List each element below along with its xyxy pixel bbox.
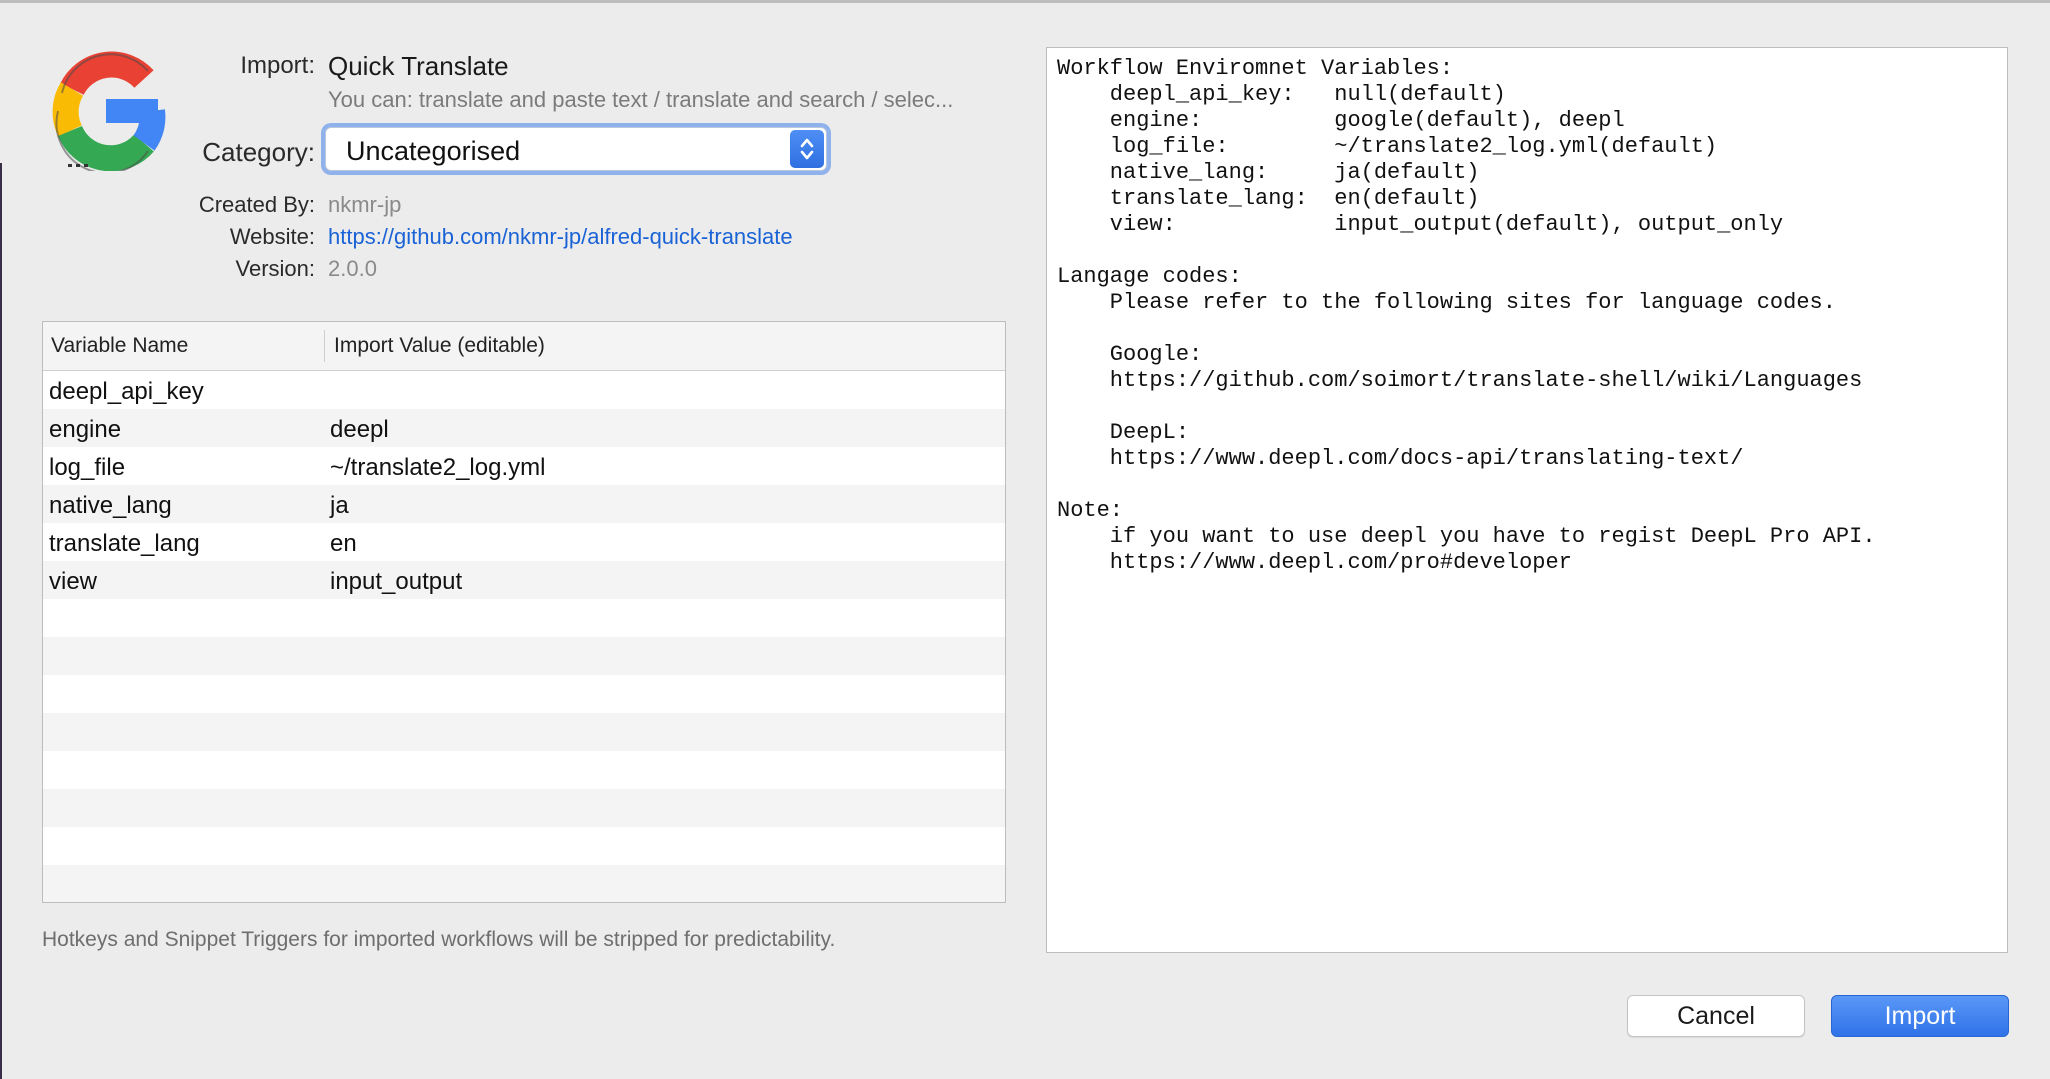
cancel-button[interactable]: Cancel	[1627, 995, 1805, 1037]
created-by-label: Created By:	[198, 192, 315, 217]
version-value: 2.0.0	[328, 256, 377, 281]
variable-name-cell: translate_lang	[49, 530, 200, 557]
readme-text-view[interactable]: Workflow Enviromnet Variables: deepl_api…	[1046, 47, 2008, 953]
import-label: Import:	[240, 52, 315, 79]
variable-name-cell: log_file	[49, 454, 126, 481]
import-value-cell[interactable]: ja	[330, 492, 349, 520]
column-divider	[324, 330, 325, 362]
table-row[interactable]: log_file ~/translate2_log.yml	[43, 447, 1005, 485]
empty-row	[43, 865, 1005, 902]
empty-row	[43, 789, 1005, 827]
website-link[interactable]: https://github.com/nkmr-jp/alfred-quick-…	[328, 224, 793, 250]
import-value-cell[interactable]: input_output	[330, 568, 462, 596]
workflow-name: Quick Translate	[328, 51, 509, 81]
import-button[interactable]: Import	[1831, 995, 2009, 1037]
import-value-cell[interactable]: en	[330, 530, 357, 558]
table-row[interactable]: translate_lang en	[43, 523, 1005, 561]
variables-table: Variable Name Import Value (editable) de…	[42, 321, 1006, 903]
empty-row	[43, 675, 1005, 713]
google-g-icon	[48, 49, 166, 175]
version-label: Version:	[235, 256, 316, 281]
footnote-text: Hotkeys and Snippet Triggers for importe…	[42, 928, 836, 951]
website-label: Website:	[229, 224, 315, 249]
column-header-import-value[interactable]: Import Value (editable)	[334, 334, 545, 358]
empty-row	[43, 599, 1005, 637]
empty-row	[43, 713, 1005, 751]
variable-name-cell: native_lang	[49, 492, 172, 519]
empty-row	[43, 751, 1005, 789]
column-header-variable-name[interactable]: Variable Name	[51, 334, 188, 358]
workflow-description: You can: translate and paste text / tran…	[328, 87, 954, 112]
empty-row	[43, 637, 1005, 675]
import-value-cell[interactable]: ~/translate2_log.yml	[330, 454, 545, 482]
table-row[interactable]: deepl_api_key	[43, 371, 1005, 409]
category-select-value: Uncategorised	[346, 136, 521, 166]
import-value-cell[interactable]: deepl	[330, 416, 389, 444]
table-rows: deepl_api_key engine deepl log_file ~/tr…	[43, 371, 1005, 902]
variable-name-cell: view	[49, 568, 98, 595]
table-row[interactable]: view input_output	[43, 561, 1005, 599]
category-label: Category:	[202, 137, 315, 167]
created-by-value: nkmr-jp	[328, 192, 402, 217]
readme-text: Workflow Enviromnet Variables: deepl_api…	[1057, 56, 1876, 575]
import-workflow-dialog: Import: Quick Translate You can: transla…	[0, 0, 2050, 1079]
table-header: Variable Name Import Value (editable)	[43, 322, 1005, 371]
variable-name-cell: engine	[49, 416, 122, 443]
variable-name-cell: deepl_api_key	[49, 378, 204, 405]
updown-chevron-icon	[790, 130, 824, 168]
window-edge	[0, 163, 2, 1079]
table-row[interactable]: engine deepl	[43, 409, 1005, 447]
table-row[interactable]: native_lang ja	[43, 485, 1005, 523]
empty-row	[43, 827, 1005, 865]
category-select[interactable]: Uncategorised	[325, 127, 827, 171]
